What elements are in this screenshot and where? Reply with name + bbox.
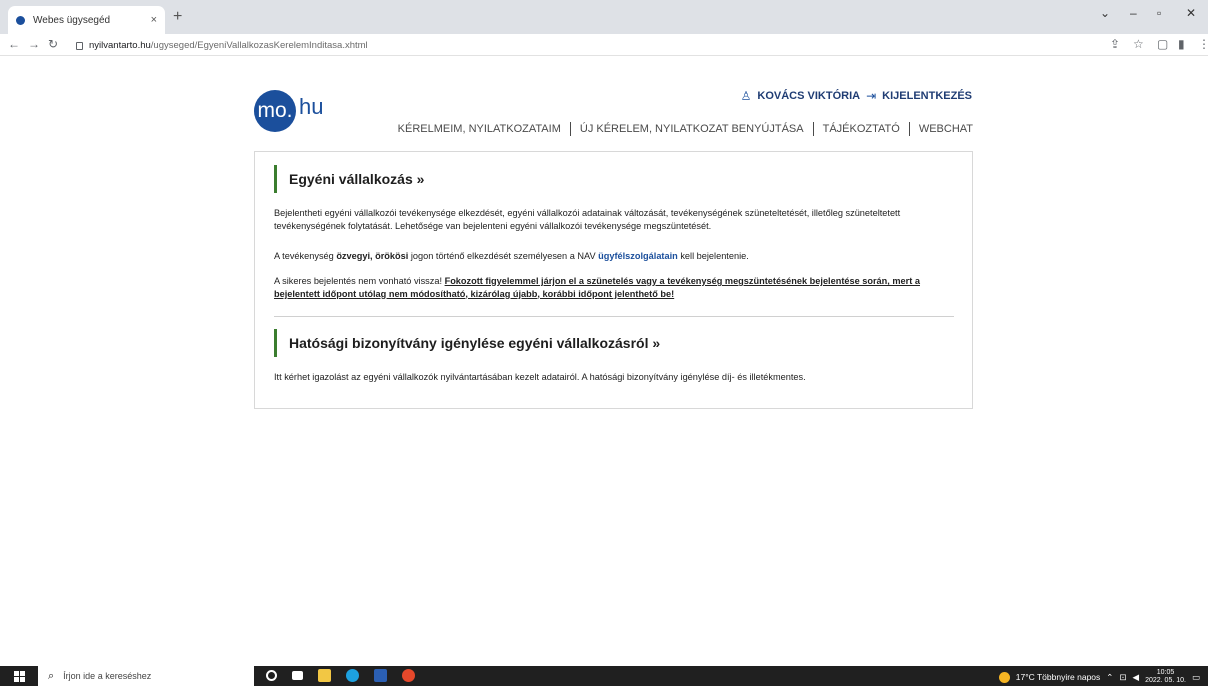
user-bar: ♙ KOVÁCS VIKTÓRIA ⇥ KIJELENTKEZÉS	[741, 89, 972, 103]
nav-webchat[interactable]: WEBCHAT	[919, 123, 973, 135]
forward-icon[interactable]: →	[28, 37, 40, 51]
menu-icon[interactable]: ⋮	[1198, 37, 1208, 51]
logout-icon: ⇥	[866, 89, 877, 103]
favicon-icon	[16, 15, 25, 25]
cortana-icon[interactable]	[266, 670, 277, 681]
logo-text: hu	[299, 94, 324, 119]
chrome-icon[interactable]	[402, 669, 415, 682]
weather-icon	[998, 671, 1010, 683]
nav-separator	[569, 122, 571, 136]
nav-separator	[908, 122, 910, 136]
user-name[interactable]: KOVÁCS VIKTÓRIA	[757, 90, 860, 102]
main-nav: KÉRELMEIM, NYILATKOZATAIM ÚJ KÉRELEM, NY…	[398, 122, 973, 136]
tab-search-icon[interactable]: ⌄	[1100, 6, 1110, 20]
logo-circle: mo.	[254, 90, 296, 132]
section2-paragraph-1: Itt kérhet igazolást az egyéni vállalkoz…	[274, 372, 806, 382]
browser-tab[interactable]: Webes ügysegéd ×	[8, 6, 165, 34]
back-icon[interactable]: ←	[8, 37, 20, 51]
site-logo[interactable]: mo. hu	[254, 90, 323, 132]
windows-start-icon[interactable]	[14, 671, 25, 682]
new-tab-button[interactable]: +	[173, 8, 182, 26]
restore-icon[interactable]: ▫	[1157, 6, 1161, 20]
weather-text[interactable]: 17°C Többnyire napos	[1016, 672, 1101, 682]
nav-separator	[812, 122, 814, 136]
profile-icon[interactable]: ▮	[1178, 37, 1185, 51]
close-window-icon[interactable]: ✕	[1186, 6, 1196, 20]
sidepanel-icon[interactable]: ▢	[1157, 37, 1168, 51]
file-explorer-icon[interactable]	[318, 669, 331, 682]
share-icon[interactable]: ⇪	[1110, 37, 1120, 51]
browser-tabstrip: Webes ügysegéd × + ⌄ – ▫ ✕	[0, 0, 1208, 34]
section1-paragraph-1: Bejelentheti egyéni vállalkozói tevékeny…	[274, 208, 901, 231]
inheritance-emphasis: özvegyi, örökösi	[336, 251, 409, 261]
section1-paragraph-2: A tevékenység özvegyi, örökösi jogon tör…	[274, 251, 749, 261]
url-host: nyilvantarto.hu	[89, 39, 151, 51]
task-view-icon[interactable]	[292, 671, 303, 680]
search-icon: ⌕	[48, 669, 55, 682]
notification-icon[interactable]: ▭	[1192, 672, 1200, 683]
edge-icon[interactable]	[346, 669, 359, 682]
section-divider	[274, 316, 954, 317]
url-field[interactable]: nyilvantarto.hu /ugyseged/EgyeniVallalko…	[76, 36, 1192, 54]
volume-icon[interactable]: ◀	[1133, 672, 1140, 683]
section1-paragraph-3: A sikeres bejelentés nem vonható vissza!…	[274, 276, 920, 299]
nav-requests[interactable]: KÉRELMEIM, NYILATKOZATAIM	[398, 123, 561, 135]
word-icon[interactable]	[374, 669, 387, 682]
tab-close-icon[interactable]: ×	[151, 14, 157, 26]
taskbar-search-input[interactable]: ⌕ Írjon ide a kereséshez	[38, 666, 254, 686]
reload-icon[interactable]: ↻	[48, 37, 58, 51]
nav-new-request[interactable]: ÚJ KÉRELEM, NYILATKOZAT BENYÚJTÁSA	[580, 123, 804, 135]
content-panel: Egyéni vállalkozás » Bejelentheti egyéni…	[254, 151, 973, 409]
network-icon[interactable]: ⊡	[1119, 672, 1126, 683]
bookmark-star-icon[interactable]: ☆	[1133, 37, 1144, 51]
tab-title: Webes ügysegéd	[33, 14, 111, 26]
nav-customer-service-link[interactable]: ügyfélszolgálatain	[598, 251, 678, 261]
clock[interactable]: 10:05 2022. 05. 10.	[1145, 669, 1186, 685]
url-path: /ugyseged/EgyeniVallalkozasKerelemIndita…	[150, 39, 368, 51]
section-title-hatosagi-bizonyitvany[interactable]: Hatósági bizonyítvány igénylése egyéni v…	[274, 329, 660, 357]
user-icon: ♙	[740, 89, 752, 103]
lock-icon	[76, 42, 83, 50]
section-title-egyeni-vallalkozas[interactable]: Egyéni vállalkozás »	[274, 165, 424, 193]
minimize-icon[interactable]: –	[1130, 6, 1137, 20]
tray-chevron-icon[interactable]: ⌃	[1106, 672, 1113, 683]
address-bar: ← → ↻ nyilvantarto.hu /ugyseged/EgyeniVa…	[0, 34, 1208, 56]
nav-info[interactable]: TÁJÉKOZTATÓ	[823, 123, 900, 135]
system-tray: 17°C Többnyire napos ⌃ ⊡ ◀ 10:05 2022. 0…	[998, 669, 1200, 685]
logout-link[interactable]: KIJELENTKEZÉS	[882, 90, 972, 102]
taskbar: ⌕ Írjon ide a kereséshez 17°C Többnyire …	[0, 666, 1208, 686]
